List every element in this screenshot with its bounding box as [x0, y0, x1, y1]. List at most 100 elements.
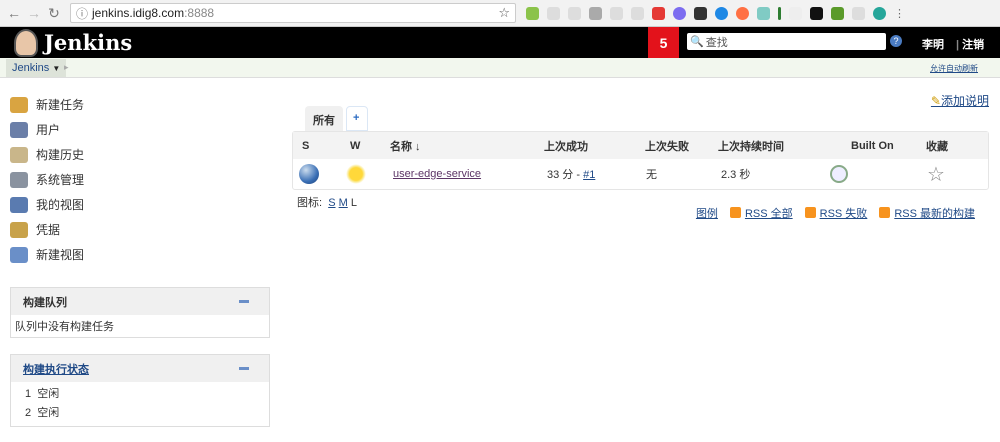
status-ball-icon [299, 164, 319, 184]
extension-icon[interactable] [810, 6, 823, 20]
legend-link[interactable]: 图例 [696, 205, 718, 221]
extension-icon[interactable] [547, 6, 560, 20]
minimize-icon[interactable] [239, 367, 249, 370]
job-link[interactable]: user-edge-service [393, 168, 481, 180]
icon-size-l: L [350, 197, 357, 209]
extension-icon[interactable] [715, 6, 728, 20]
jenkins-title: Jenkins [44, 30, 133, 55]
chevron-down-icon[interactable]: ▼ [52, 64, 60, 73]
executor-num: 1 [25, 388, 32, 400]
jenkins-header: Jenkins 5 🔍 查找 ? 李明 | 注销 [0, 27, 1000, 58]
extension-icon[interactable] [631, 6, 644, 20]
column-status[interactable]: S [302, 140, 309, 152]
back-icon[interactable]: ← [6, 5, 22, 21]
menu-icon[interactable]: ⋮ [894, 7, 905, 20]
extension-icon[interactable] [673, 6, 686, 20]
extension-icon[interactable] [652, 6, 665, 20]
notification-count[interactable]: 5 [648, 27, 679, 58]
new-job-icon [10, 96, 28, 113]
sidebar-item-new-job[interactable]: 新建任务 [10, 92, 270, 117]
breadcrumb-jenkins[interactable]: Jenkins ▼ [6, 59, 67, 77]
sidebar-item-build-history[interactable]: 构建历史 [10, 142, 270, 167]
extension-icon[interactable] [526, 6, 539, 20]
column-last-failure[interactable]: 上次失败 [645, 138, 689, 154]
build-queue-pane: 构建队列 队列中没有构建任务 [10, 287, 270, 338]
sidebar-item-my-views[interactable]: 我的视图 [10, 192, 270, 217]
jenkins-logo[interactable]: Jenkins [14, 28, 133, 57]
breadcrumb: Jenkins ▼ ▸ 允许自动刷新 [0, 58, 1000, 78]
sidebar: 新建任务 用户 构建历史 系统管理 我的视图 凭据 新建视图 构建队列 队列中没有构建任务 … [10, 92, 270, 427]
column-name[interactable]: 名称 ↓ [390, 138, 421, 154]
build-queue-title: 构建队列 [23, 296, 67, 309]
credentials-icon [10, 221, 28, 238]
new-view-icon [10, 246, 28, 263]
weather-sunny-icon [346, 164, 366, 184]
footer-links: 图例 RSS 全部 RSS 失败 RSS 最新的构建 [696, 205, 975, 221]
task-list: 新建任务用户 构建历史系统管理我的视图凭据新建视图 [10, 92, 270, 267]
extension-icon[interactable] [831, 6, 844, 20]
user-link[interactable]: 李明 [922, 36, 944, 52]
column-last-duration[interactable]: 上次持续时间 [718, 138, 784, 154]
last-failure: 无 [646, 169, 657, 181]
favorite-star-icon[interactable]: ☆ [927, 162, 945, 187]
extension-icon[interactable] [852, 6, 865, 20]
search-placeholder: 查找 [705, 36, 728, 49]
build-queue-empty: 队列中没有构建任务 [15, 321, 114, 333]
search-input[interactable]: 🔍 查找 [687, 33, 886, 50]
executor-title[interactable]: 构建执行状态 [23, 361, 89, 377]
executor-state: 空闲 [37, 407, 60, 419]
rss-failed-link[interactable]: RSS 失败 [820, 208, 868, 220]
extension-icon[interactable] [757, 6, 770, 20]
breadcrumb-label: Jenkins [12, 62, 50, 74]
extension-icon[interactable] [778, 6, 781, 20]
rss-latest-link[interactable]: RSS 最新的构建 [894, 208, 975, 220]
table-row: user-edge-service 33 分 - #1 无 2.3 秒 ☆ [293, 159, 988, 189]
forward-icon[interactable]: → [26, 5, 42, 21]
tab-new-view[interactable]: + [346, 106, 368, 131]
reload-icon[interactable]: ↻ [46, 5, 62, 22]
address-bar[interactable]: ⓘ jenkins.idig8.com:8888 ☆ [70, 3, 516, 23]
auto-refresh-link[interactable]: 允许自动刷新 [930, 63, 978, 74]
rss-icon [879, 207, 891, 218]
sidebar-item-label: 系统管理 [36, 173, 85, 187]
icon-size-label: 图标: [297, 197, 323, 209]
build-link[interactable]: #1 [583, 169, 595, 181]
sidebar-item-label: 我的视图 [36, 198, 85, 212]
extension-icon[interactable] [589, 6, 602, 20]
my-views-icon [10, 196, 28, 213]
help-icon[interactable]: ? [890, 35, 902, 47]
sidebar-item-manage-jenkins[interactable]: 系统管理 [10, 167, 270, 192]
minimize-icon[interactable] [239, 300, 249, 303]
sidebar-item-credentials[interactable]: 凭据 [10, 217, 270, 242]
extension-icons: ⋮ [526, 6, 905, 20]
add-description-label: 添加说明 [940, 94, 989, 108]
extension-icon[interactable] [736, 6, 749, 20]
build-history-icon [10, 146, 28, 163]
extension-icon[interactable] [610, 6, 623, 20]
icon-size-s[interactable]: S [328, 197, 335, 209]
last-duration: 2.3 秒 [721, 169, 751, 181]
rss-all-link[interactable]: RSS 全部 [745, 208, 793, 220]
column-last-success[interactable]: 上次成功 [544, 138, 588, 154]
sidebar-item-label: 新建任务 [36, 98, 85, 112]
build-now-icon[interactable] [830, 165, 848, 183]
sidebar-item-label: 新建视图 [36, 248, 85, 262]
extension-icon[interactable] [568, 6, 581, 20]
logout-link[interactable]: | 注销 [956, 36, 984, 52]
column-weather[interactable]: W [350, 140, 360, 152]
extension-icon[interactable] [789, 6, 802, 20]
extension-icon[interactable] [694, 6, 707, 20]
tab-all[interactable]: 所有 [305, 106, 343, 131]
icon-size-m[interactable]: M [339, 197, 348, 209]
extension-icon[interactable] [873, 6, 886, 20]
sidebar-item-new-view[interactable]: 新建视图 [10, 242, 270, 267]
sidebar-item-people[interactable]: 用户 [10, 117, 270, 142]
sidebar-item-label: 凭据 [36, 223, 61, 237]
breadcrumb-arrow-icon: ▸ [64, 62, 69, 72]
jenkins-butler-icon [14, 28, 38, 57]
column-favorite[interactable]: 收藏 [926, 138, 948, 154]
column-built-on[interactable]: Built On [851, 140, 894, 152]
bookmark-star-icon[interactable]: ☆ [498, 5, 510, 21]
add-description-link[interactable]: ✎添加说明 [931, 92, 989, 109]
search-icon: 🔍 [690, 36, 704, 48]
